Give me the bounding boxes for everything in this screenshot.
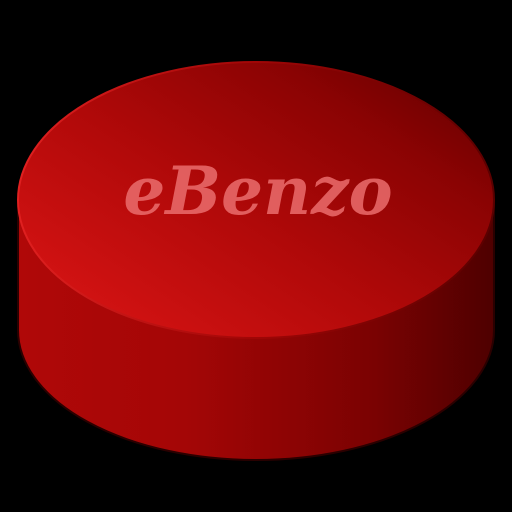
app-icon-canvas: eBenzo (0, 0, 512, 512)
logo-text: eBenzo (123, 152, 392, 230)
ebenzo-logo-puck: eBenzo (17, 61, 495, 461)
